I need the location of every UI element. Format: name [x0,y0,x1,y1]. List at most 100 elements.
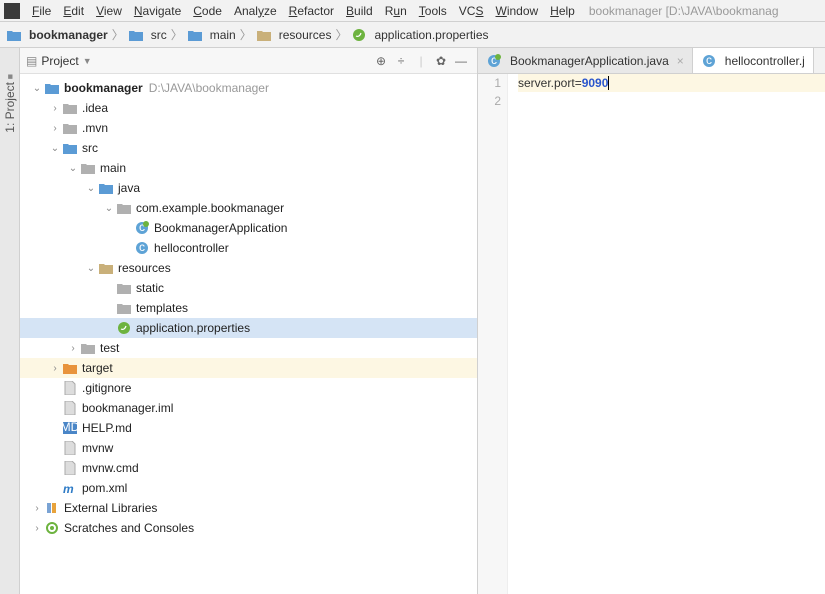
menu-item-vcs[interactable]: VCS [453,2,490,20]
breadcrumb-item[interactable]: resources [256,27,332,43]
tree-node-label: resources [118,261,171,275]
folder-blue-icon [62,140,78,156]
tree-node[interactable]: › .mvn [20,118,477,138]
menu-item-analyze[interactable]: Analyze [228,2,283,20]
folder-blue-icon [6,27,22,43]
menu-item-file[interactable]: File [26,2,57,20]
tree-node[interactable]: ⌄ resources [20,258,477,278]
breadcrumb-item[interactable]: src [128,27,167,43]
tree-node-label: bookmanager.iml [82,401,173,415]
tree-arrow-icon[interactable]: › [66,343,80,354]
tree-arrow-icon[interactable]: › [48,363,62,374]
tree-node-label: main [100,161,126,175]
breadcrumb-item[interactable]: application.properties [351,27,488,43]
tree-arrow-icon[interactable]: ⌄ [84,263,98,274]
tree-node[interactable]: mvnw.cmd [20,458,477,478]
tree-node-label: static [136,281,164,295]
tree-node[interactable]: › target [20,358,477,378]
menu-item-help[interactable]: Help [544,2,581,20]
tree-arrow-icon[interactable]: ⌄ [84,183,98,194]
menu-item-build[interactable]: Build [340,2,379,20]
chevron-right-icon: 〉 [240,26,252,43]
class-spring-icon: c [486,53,502,69]
svg-text:c: c [139,241,145,254]
editor-tab[interactable]: c hellocontroller.j [693,48,814,73]
folder-gray-icon [116,300,132,316]
tree-node[interactable]: MD HELP.md [20,418,477,438]
tree-node-label: .mvn [82,121,108,135]
svg-text:c: c [706,54,712,67]
tree-arrow-icon[interactable]: › [48,103,62,114]
tree-node[interactable]: ⌄ bookmanager D:\JAVA\bookmanager [20,78,477,98]
svg-text:MD: MD [63,422,77,434]
panel-header: ▤ Project ▼ ⊕ ÷ | ✿ — [20,48,477,74]
tree-node[interactable]: › Scratches and Consoles [20,518,477,538]
tree-node-label: External Libraries [64,501,157,515]
tab-label: BookmanagerApplication.java [510,54,669,68]
tree-node[interactable]: › test [20,338,477,358]
tree-node[interactable]: static [20,278,477,298]
project-tree[interactable]: ⌄ bookmanager D:\JAVA\bookmanager› .idea… [20,74,477,594]
scratch-icon [44,520,60,536]
collapse-icon[interactable]: ÷ [391,51,411,71]
tree-node-label: HELP.md [82,421,132,435]
folder-gray-icon [116,280,132,296]
md-icon: MD [62,420,78,436]
editor-body[interactable]: 12 server.port=9090 [478,74,825,594]
close-icon[interactable]: × [677,54,684,68]
tree-node[interactable]: ⌄ src [20,138,477,158]
locate-icon[interactable]: ⊕ [371,51,391,71]
tree-arrow-icon[interactable]: ⌄ [48,143,62,154]
tree-node[interactable]: ⌄ com.example.bookmanager [20,198,477,218]
menu-item-refactor[interactable]: Refactor [283,2,340,20]
menu-bar: FileEditViewNavigateCodeAnalyzeRefactorB… [0,0,825,22]
tree-node[interactable]: templates [20,298,477,318]
tree-arrow-icon[interactable]: ⌄ [102,203,116,214]
folder-gray-icon [62,120,78,136]
class-icon: c [134,240,150,256]
tree-node[interactable]: › External Libraries [20,498,477,518]
tree-node-label: bookmanager [64,81,143,95]
tree-node[interactable]: ⌄ java [20,178,477,198]
gutter-line: 2 [478,92,501,110]
tree-arrow-icon[interactable]: ⌄ [30,83,44,94]
breadcrumb-item[interactable]: bookmanager [6,27,108,43]
tree-arrow-icon[interactable]: › [30,503,44,514]
menu-item-run[interactable]: Run [379,2,413,20]
tree-node[interactable]: c hellocontroller [20,238,477,258]
file-icon [62,380,78,396]
tree-node[interactable]: mvnw [20,438,477,458]
tree-node[interactable]: c BookmanagerApplication [20,218,477,238]
menu-item-edit[interactable]: Edit [57,2,90,20]
menu-item-view[interactable]: View [90,2,128,20]
tree-arrow-icon[interactable]: ⌄ [66,163,80,174]
tree-node-label: Scratches and Consoles [64,521,194,535]
menu-item-code[interactable]: Code [187,2,228,20]
editor-tab[interactable]: c BookmanagerApplication.java × [478,48,693,73]
menu-item-tools[interactable]: Tools [413,2,453,20]
tree-node-label: java [118,181,140,195]
hide-icon[interactable]: — [451,51,471,71]
tree-node[interactable]: › .idea [20,98,477,118]
breadcrumb-item[interactable]: main [187,27,236,43]
folder-tan-icon [256,27,272,43]
tree-node[interactable]: .gitignore [20,378,477,398]
class-spring-icon: c [134,220,150,236]
tree-arrow-icon[interactable]: › [48,123,62,134]
tree-node-label: .gitignore [82,381,131,395]
code-area[interactable]: server.port=9090 [508,74,825,594]
menu-item-navigate[interactable]: Navigate [128,2,187,20]
side-tool-tab[interactable]: 1: Project [0,48,20,594]
tree-node[interactable]: bookmanager.iml [20,398,477,418]
tree-node[interactable]: ⌄ main [20,158,477,178]
side-tab-label: 1: Project [3,68,17,133]
tree-node[interactable]: m pom.xml [20,478,477,498]
tree-node-label: target [82,361,113,375]
menu-item-window[interactable]: Window [489,2,544,20]
gear-icon[interactable]: ✿ [431,51,451,71]
folder-gray-icon [116,200,132,216]
tree-node-label: templates [136,301,188,315]
tree-arrow-icon[interactable]: › [30,523,44,534]
panel-title[interactable]: ▤ Project ▼ [26,54,92,68]
tree-node[interactable]: application.properties [20,318,477,338]
